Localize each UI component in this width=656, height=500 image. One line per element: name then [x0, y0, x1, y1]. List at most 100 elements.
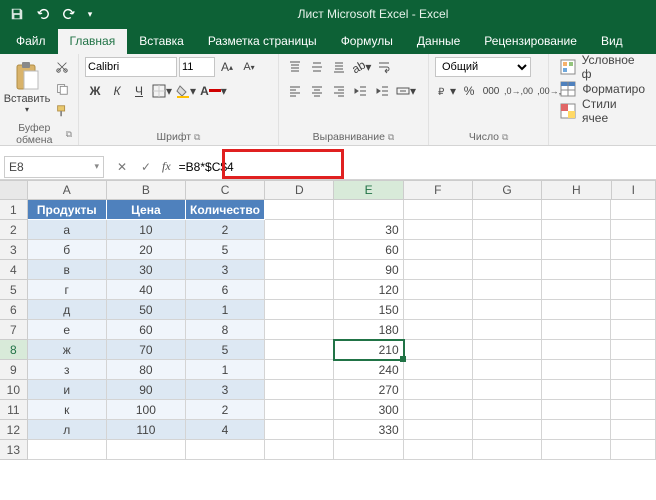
cell-D8[interactable] [265, 340, 334, 360]
cell-G5[interactable] [473, 280, 542, 300]
cell-F6[interactable] [404, 300, 473, 320]
cell-B7[interactable]: 60 [107, 320, 186, 340]
cell-E3[interactable]: 60 [334, 240, 403, 260]
italic-button[interactable]: К [107, 81, 127, 101]
cell-G10[interactable] [473, 380, 542, 400]
align-left-icon[interactable] [285, 81, 305, 101]
cell-G6[interactable] [473, 300, 542, 320]
tab-view[interactable]: Вид [589, 29, 635, 54]
cell-B1[interactable]: Цена [107, 200, 186, 220]
cell-C10[interactable]: 3 [186, 380, 265, 400]
cell-E8[interactable]: 210 [334, 340, 403, 360]
row-header[interactable]: 2 [0, 220, 28, 240]
cell-G7[interactable] [473, 320, 542, 340]
cell-B10[interactable]: 90 [107, 380, 186, 400]
cell-A11[interactable]: к [28, 400, 107, 420]
row-header[interactable]: 11 [0, 400, 28, 420]
cell-B8[interactable]: 70 [107, 340, 186, 360]
cell-I8[interactable] [611, 340, 656, 360]
cell-F8[interactable] [404, 340, 473, 360]
cell-I5[interactable] [611, 280, 656, 300]
font-dialog-launcher-icon[interactable]: ⧉ [194, 132, 200, 143]
row-header[interactable]: 1 [0, 200, 28, 220]
paste-button[interactable]: Вставить ▾ [6, 57, 48, 121]
tab-formulas[interactable]: Формулы [329, 29, 405, 54]
name-box[interactable]: E8 ▾ [4, 156, 104, 178]
cell-I2[interactable] [611, 220, 656, 240]
cell-H7[interactable] [542, 320, 611, 340]
orientation-icon[interactable]: ab▾ [351, 57, 372, 77]
cell-E7[interactable]: 180 [334, 320, 403, 340]
decrease-font-icon[interactable]: A▾ [239, 57, 259, 77]
fill-color-icon[interactable]: ▾ [175, 81, 197, 101]
cell-E11[interactable]: 300 [334, 400, 403, 420]
column-header-H[interactable]: H [542, 180, 611, 199]
cell-G9[interactable] [473, 360, 542, 380]
cell-B5[interactable]: 40 [107, 280, 186, 300]
cell-H11[interactable] [542, 400, 611, 420]
row-header[interactable]: 9 [0, 360, 28, 380]
undo-icon[interactable] [32, 3, 54, 25]
cell-G8[interactable] [473, 340, 542, 360]
cell-F7[interactable] [404, 320, 473, 340]
cell-B6[interactable]: 50 [107, 300, 186, 320]
number-dialog-launcher-icon[interactable]: ⧉ [502, 132, 508, 143]
fx-icon[interactable]: fx [158, 159, 175, 174]
cell-A5[interactable]: г [28, 280, 107, 300]
tab-review[interactable]: Рецензирование [472, 29, 589, 54]
cell-D10[interactable] [265, 380, 334, 400]
cell-E1[interactable] [334, 200, 403, 220]
column-header-A[interactable]: A [28, 180, 107, 199]
name-box-dropdown-icon[interactable]: ▾ [94, 161, 99, 172]
column-header-G[interactable]: G [473, 180, 542, 199]
row-header[interactable]: 10 [0, 380, 28, 400]
cell-D2[interactable] [265, 220, 334, 240]
column-header-B[interactable]: B [107, 180, 186, 199]
cell-E6[interactable]: 150 [334, 300, 403, 320]
cell-F5[interactable] [404, 280, 473, 300]
cell-C13[interactable] [186, 440, 265, 460]
tab-insert[interactable]: Вставка [127, 29, 196, 54]
qat-customize-icon[interactable]: ▾ [84, 3, 96, 25]
cell-A3[interactable]: б [28, 240, 107, 260]
cell-A7[interactable]: е [28, 320, 107, 340]
cell-A13[interactable] [28, 440, 107, 460]
cell-B12[interactable]: 110 [107, 420, 186, 440]
cell-G11[interactable] [473, 400, 542, 420]
align-bottom-icon[interactable] [329, 57, 349, 77]
row-header[interactable]: 8 [0, 340, 28, 360]
worksheet-grid[interactable]: ABCDEFGHI 1ПродуктыЦенаКоличество2а10230… [0, 180, 656, 500]
decrease-indent-icon[interactable] [351, 81, 371, 101]
copy-icon[interactable] [52, 79, 72, 99]
wrap-text-icon[interactable] [374, 57, 394, 77]
font-size-input[interactable] [179, 57, 215, 77]
cell-E12[interactable]: 330 [334, 420, 403, 440]
cut-icon[interactable] [52, 57, 72, 77]
cell-F4[interactable] [404, 260, 473, 280]
cell-I6[interactable] [611, 300, 656, 320]
redo-icon[interactable] [58, 3, 80, 25]
align-right-icon[interactable] [329, 81, 349, 101]
formula-input[interactable] [175, 156, 656, 178]
cell-styles-button[interactable]: Стили ячее [555, 101, 650, 121]
cell-E2[interactable]: 30 [334, 220, 403, 240]
cell-E5[interactable]: 120 [334, 280, 403, 300]
cell-C12[interactable]: 4 [186, 420, 265, 440]
cell-F10[interactable] [404, 380, 473, 400]
cell-H8[interactable] [542, 340, 611, 360]
cell-F3[interactable] [404, 240, 473, 260]
cell-C7[interactable]: 8 [186, 320, 265, 340]
cell-I7[interactable] [611, 320, 656, 340]
cell-D4[interactable] [265, 260, 334, 280]
cell-F12[interactable] [404, 420, 473, 440]
cell-B13[interactable] [107, 440, 186, 460]
cell-I13[interactable] [611, 440, 656, 460]
row-header[interactable]: 4 [0, 260, 28, 280]
cell-A12[interactable]: л [28, 420, 107, 440]
cell-G12[interactable] [473, 420, 542, 440]
cell-H5[interactable] [542, 280, 611, 300]
cell-D1[interactable] [265, 200, 334, 220]
cell-F11[interactable] [404, 400, 473, 420]
row-header[interactable]: 12 [0, 420, 28, 440]
cell-A4[interactable]: в [28, 260, 107, 280]
